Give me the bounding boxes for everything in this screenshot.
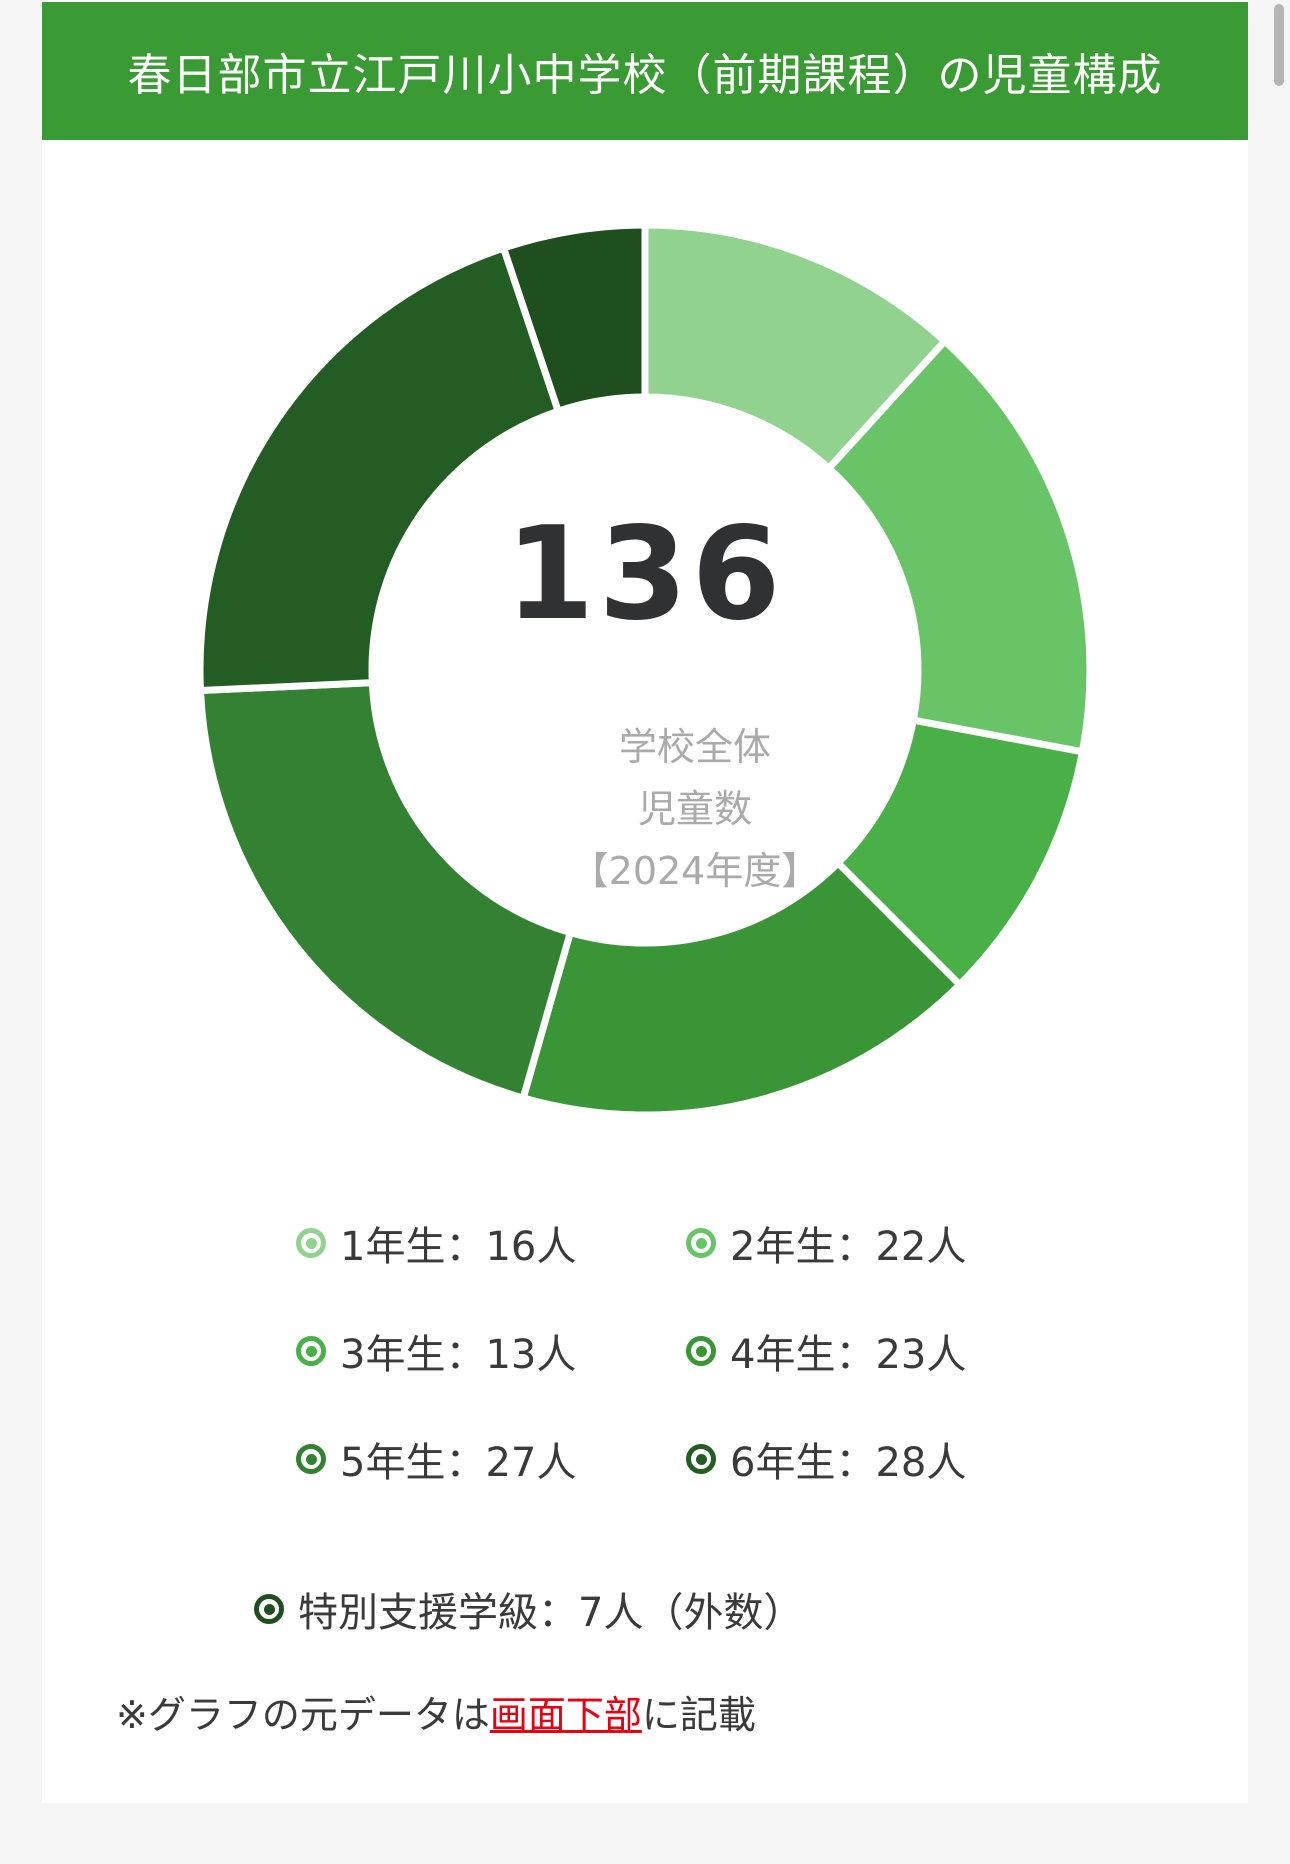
- legend-item-special-class: 特別支援学級：7人（外数）: [254, 1580, 803, 1638]
- note-prefix: ※グラフの元データは: [116, 1693, 490, 1737]
- legend-label: 1年生：16人: [340, 1224, 577, 1270]
- note-suffix: に記載: [641, 1693, 756, 1737]
- legend-item-grade5: 5年生：27人: [296, 1430, 576, 1488]
- slice-grade5: [196, 679, 574, 1102]
- legend-item-grade6: 6年生：28人: [686, 1430, 966, 1488]
- legend-label: 6年生：28人: [730, 1440, 967, 1486]
- legend-item-grade2: 2年生：22人: [686, 1214, 966, 1272]
- source-note: ※グラフの元データは画面下部に記載: [116, 1684, 756, 1739]
- center-label-year: 【2024年度】: [570, 849, 820, 893]
- center-label-students: 児童数: [637, 787, 752, 831]
- legend-marker-icon: [686, 1336, 716, 1366]
- legend-marker-icon: [686, 1444, 716, 1474]
- center-label-school-total: 学校全体: [618, 725, 771, 769]
- legend-marker-icon: [296, 1444, 326, 1474]
- legend-item-grade3: 3年生：13人: [296, 1322, 576, 1380]
- legend-marker-icon: [296, 1228, 326, 1258]
- legend-label: 特別支援学級：7人（外数）: [298, 1590, 804, 1636]
- legend-marker-icon: [296, 1336, 326, 1366]
- legend-label: 4年生：23人: [730, 1332, 967, 1378]
- total-students-number: 136: [505, 500, 785, 649]
- legend-label: 3年生：13人: [340, 1332, 577, 1378]
- scrollbar[interactable]: [1274, 4, 1284, 86]
- legend-label: 5年生：27人: [340, 1440, 577, 1486]
- page-bottom-link[interactable]: 画面下部: [490, 1693, 642, 1737]
- legend-item-grade4: 4年生：23人: [686, 1322, 966, 1380]
- legend-label: 2年生：22人: [730, 1224, 967, 1270]
- legend-marker-icon: [686, 1228, 716, 1258]
- chart-card: 春日部市立江戸川小中学校（前期課程）の児童構成 136 学校全体 児童数 【20…: [42, 0, 1248, 1803]
- legend-marker-icon: [254, 1594, 284, 1624]
- legend-item-grade1: 1年生：16人: [296, 1214, 576, 1272]
